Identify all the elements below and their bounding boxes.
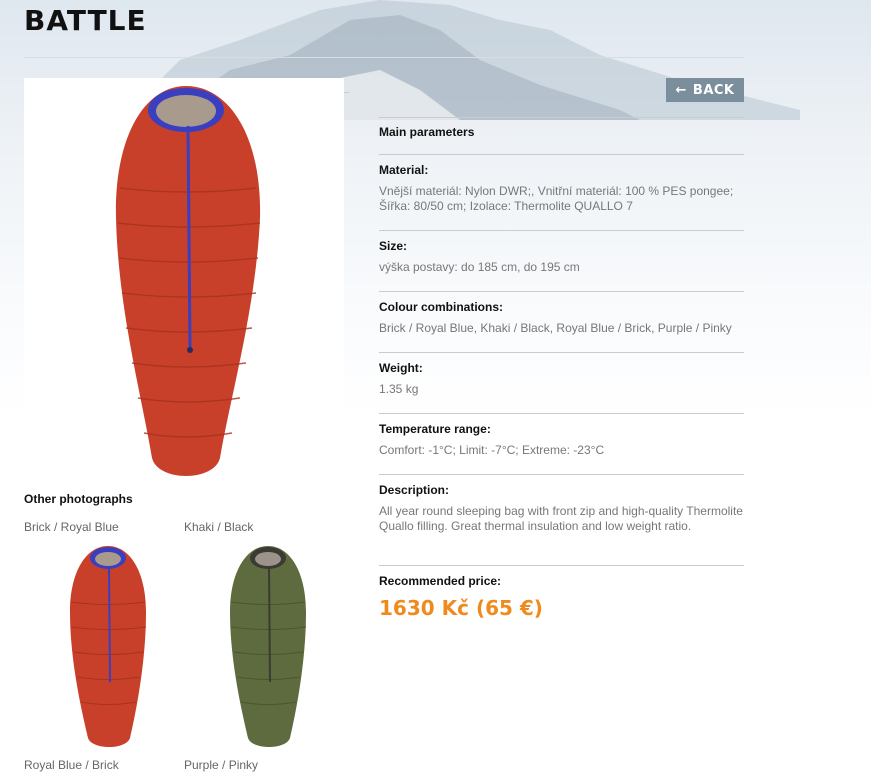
parameters-panel: Main parameters Material: Vnější materiá… [379, 117, 744, 635]
price-label: Recommended price: [379, 574, 502, 588]
colours-row: Colour combinations: Brick / Royal Blue,… [379, 291, 744, 352]
title-divider [24, 57, 744, 58]
arrow-left-icon: ← [675, 82, 687, 98]
main-parameters-heading: Main parameters [379, 125, 475, 139]
size-label: Size: [379, 239, 408, 253]
thumbnail-red-bag[interactable] [36, 542, 176, 750]
weight-label: Weight: [379, 361, 423, 375]
weight-value: 1.35 kg [379, 382, 419, 396]
temperature-row: Temperature range: Comfort: -1°C; Limit:… [379, 413, 744, 474]
thumb-label-purple-pinky[interactable]: Purple / Pinky [184, 758, 258, 772]
temperature-label: Temperature range: [379, 422, 491, 436]
material-row: Material: Vnější materiál: Nylon DWR;, V… [379, 154, 744, 230]
back-button[interactable]: ← BACK [666, 78, 744, 102]
thumb-label-khaki-black[interactable]: Khaki / Black [184, 520, 253, 534]
size-row: Size: výška postavy: do 185 cm, do 195 c… [379, 230, 744, 291]
other-photographs-heading: Other photographs [24, 492, 133, 506]
colours-value: Brick / Royal Blue, Khaki / Black, Royal… [379, 321, 732, 335]
size-value: výška postavy: do 185 cm, do 195 cm [379, 260, 580, 274]
material-value: Vnější materiál: Nylon DWR;, Vnitřní mat… [379, 184, 734, 213]
thumb-label-royal-blue-brick[interactable]: Royal Blue / Brick [24, 758, 119, 772]
description-row: Description: All year round sleeping bag… [379, 474, 744, 565]
price-row: Recommended price: 1630 Kč (65 €) [379, 565, 744, 635]
weight-row: Weight: 1.35 kg [379, 352, 744, 413]
main-parameters-row: Main parameters [379, 117, 744, 154]
thumb-label-brick-royal-blue[interactable]: Brick / Royal Blue [24, 520, 119, 534]
price-value: 1630 Kč (65 €) [379, 596, 543, 620]
description-label: Description: [379, 483, 450, 497]
main-product-photo[interactable] [24, 78, 344, 488]
page-title: BATTLE [24, 4, 147, 37]
temperature-value: Comfort: -1°C; Limit: -7°C; Extreme: -23… [379, 443, 605, 457]
back-button-label: BACK [692, 82, 735, 98]
material-label: Material: [379, 163, 429, 177]
description-value: All year round sleeping bag with front z… [379, 504, 743, 533]
thumbnail-khaki-bag[interactable] [196, 542, 336, 750]
colours-label: Colour combinations: [379, 300, 503, 314]
